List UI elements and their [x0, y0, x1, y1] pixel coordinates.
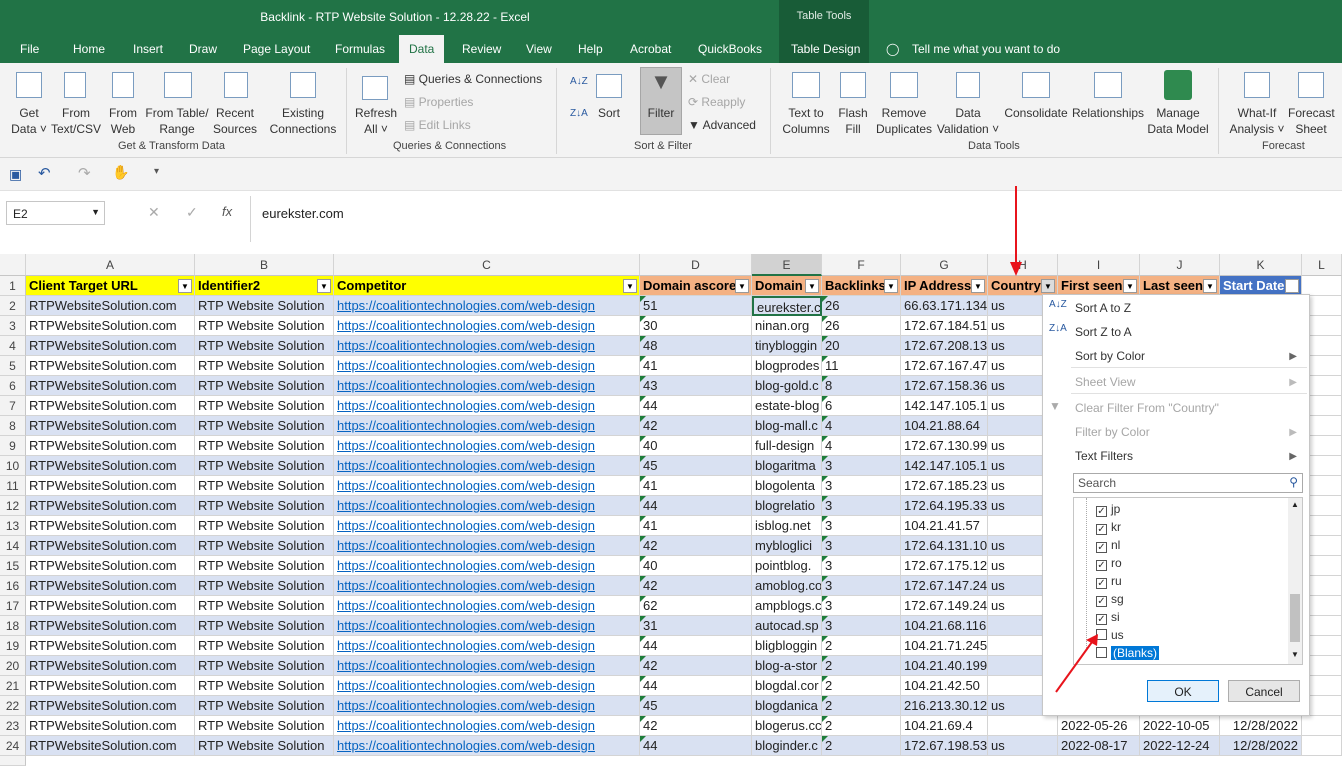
- annotation-arrowhead: [1010, 262, 1022, 276]
- annotation-arrowhead: [1086, 634, 1098, 646]
- annotation-overlay: [1010, 186, 1098, 693]
- annotation-arrow-us: [1055, 641, 1093, 693]
